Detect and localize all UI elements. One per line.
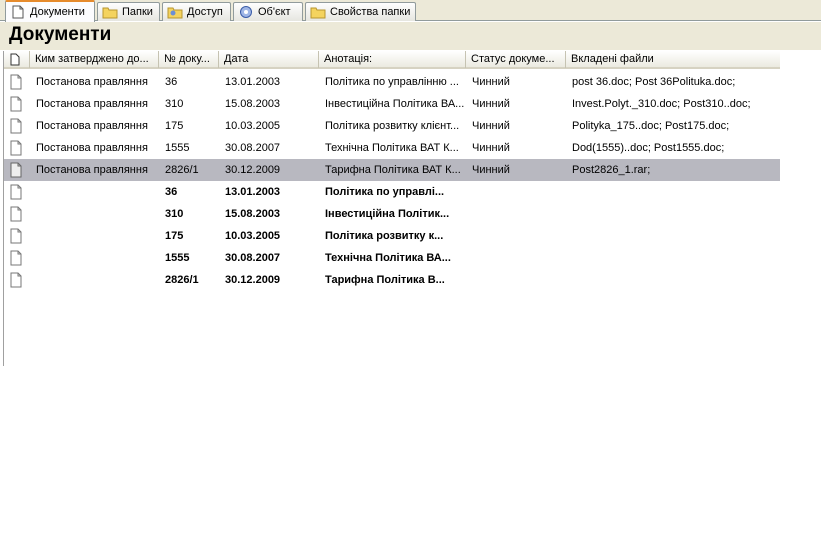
cell-annotation: Інвестиційна Політик... <box>325 208 450 220</box>
cell-status: Чинний <box>472 76 510 88</box>
table-row[interactable]: Постанова правляння 175 10.03.2005 Політ… <box>4 115 780 137</box>
tab-folders-label: Папки <box>122 6 153 18</box>
cell-annotation: Тарифна Політика ВАТ К... <box>325 164 461 176</box>
cell-date: 30.12.2009 <box>225 164 281 176</box>
tab-strip: Документи Папки Доступ Об'єкт Свойства п… <box>0 0 821 22</box>
tab-documents[interactable]: Документи <box>5 0 95 22</box>
tab-access-label: Доступ <box>187 6 223 18</box>
grid-header: Ким затверджено до... № доку... Дата Ано… <box>4 51 780 69</box>
cell-date: 13.01.2003 <box>225 186 281 198</box>
access-icon <box>167 7 183 19</box>
column-header-attachments[interactable]: Вкладені файли <box>566 51 780 68</box>
cell-date: 13.01.2003 <box>225 76 281 88</box>
column-header-icon[interactable] <box>4 51 30 68</box>
cell-date: 15.08.2003 <box>225 208 281 220</box>
column-header-annotation[interactable]: Анотація: <box>319 51 466 68</box>
table-row-bold[interactable]: 1555 30.08.2007 Технічна Політика ВА... <box>4 247 780 269</box>
document-icon <box>10 250 22 266</box>
table-row-selected[interactable]: Постанова правляння 2826/1 30.12.2009 Та… <box>4 159 780 181</box>
cell-doc-number: 310 <box>165 98 184 110</box>
folder-icon <box>102 7 118 19</box>
document-icon <box>12 5 24 19</box>
cell-annotation: Тарифна Політика В... <box>325 274 445 286</box>
cell-approved-by: Постанова правляння <box>36 164 148 176</box>
cell-doc-number: 2826/1 <box>165 274 199 286</box>
document-icon <box>10 228 22 244</box>
cell-status: Чинний <box>472 142 510 154</box>
cell-attachments: post 36.doc; Post 36Polituka.doc; <box>572 76 736 88</box>
tab-access[interactable]: Доступ <box>162 2 231 21</box>
table-row-bold[interactable]: 2826/1 30.12.2009 Тарифна Політика В... <box>4 269 780 291</box>
table-row-bold[interactable]: 175 10.03.2005 Політика розвитку к... <box>4 225 780 247</box>
cell-status: Чинний <box>472 98 510 110</box>
document-icon <box>10 206 22 222</box>
table-row[interactable]: Постанова правляння 36 13.01.2003 Політи… <box>4 71 780 93</box>
cell-doc-number: 36 <box>165 186 178 198</box>
cell-doc-number: 1555 <box>165 252 190 264</box>
cell-status: Чинний <box>472 164 510 176</box>
cell-doc-number: 2826/1 <box>165 164 199 176</box>
document-icon <box>10 184 22 200</box>
tab-object[interactable]: Об'єкт <box>233 2 303 21</box>
cell-annotation: Політика розвитку клієнт... <box>325 120 460 132</box>
cell-date: 30.12.2009 <box>225 274 281 286</box>
cell-approved-by: Постанова правляння <box>36 120 148 132</box>
cell-doc-number: 36 <box>165 76 178 88</box>
cell-doc-number: 1555 <box>165 142 190 154</box>
document-icon <box>10 140 22 156</box>
cell-annotation: Технічна Політика ВА... <box>325 252 451 264</box>
cell-attachments: Polityka_175..doc; Post175.doc; <box>572 120 730 132</box>
table-row[interactable]: Постанова правляння 1555 30.08.2007 Техн… <box>4 137 780 159</box>
cell-annotation: Політика розвитку к... <box>325 230 444 242</box>
folder-properties-icon <box>310 7 326 19</box>
column-header-date[interactable]: Дата <box>219 51 319 68</box>
tab-folder-properties[interactable]: Свойства папки <box>305 2 416 21</box>
cell-attachments: Invest.Polyt._310.doc; Post310..doc; <box>572 98 751 110</box>
page-title: Документи <box>9 24 112 45</box>
cell-approved-by: Постанова правляння <box>36 142 148 154</box>
column-header-doc-number[interactable]: № доку... <box>159 51 219 68</box>
cell-approved-by: Постанова правляння <box>36 98 148 110</box>
document-icon <box>10 162 22 178</box>
document-icon <box>10 118 22 134</box>
cell-annotation: Політика по управлінню ... <box>325 76 459 88</box>
document-icon <box>10 74 22 90</box>
cell-date: 30.08.2007 <box>225 252 281 264</box>
document-icon <box>10 272 22 288</box>
column-header-status[interactable]: Статус докуме... <box>466 51 566 68</box>
cell-attachments: Dod(1555)..doc; Post1555.doc; <box>572 142 725 154</box>
cell-doc-number: 310 <box>165 208 184 220</box>
tab-object-label: Об'єкт <box>258 6 291 18</box>
documents-grid: Ким затверджено до... № доку... Дата Ано… <box>3 51 780 366</box>
table-row[interactable]: Постанова правляння 310 15.08.2003 Інвес… <box>4 93 780 115</box>
cell-date: 10.03.2005 <box>225 230 281 242</box>
document-icon <box>10 96 22 112</box>
table-row-bold[interactable]: 36 13.01.2003 Політика по управлі... <box>4 181 780 203</box>
title-bar: Документи <box>0 22 821 50</box>
cell-status: Чинний <box>472 120 510 132</box>
tab-documents-label: Документи <box>30 6 85 18</box>
document-icon <box>10 53 20 66</box>
cell-approved-by: Постанова правляння <box>36 76 148 88</box>
cell-annotation: Технічна Політика ВАТ К... <box>325 142 459 154</box>
cell-annotation: Політика по управлі... <box>325 186 445 198</box>
tab-folders[interactable]: Папки <box>97 2 160 21</box>
table-row-bold[interactable]: 310 15.08.2003 Інвестиційна Політик... <box>4 203 780 225</box>
cell-doc-number: 175 <box>165 120 184 132</box>
object-gear-icon <box>240 6 252 18</box>
cell-annotation: Інвестиційна Політика ВА... <box>325 98 465 110</box>
cell-doc-number: 175 <box>165 230 184 242</box>
tab-folder-properties-label: Свойства папки <box>330 6 411 18</box>
cell-date: 15.08.2003 <box>225 98 281 110</box>
column-header-approved-by[interactable]: Ким затверджено до... <box>30 51 159 68</box>
cell-date: 30.08.2007 <box>225 142 281 154</box>
cell-date: 10.03.2005 <box>225 120 281 132</box>
cell-attachments: Post2826_1.rar; <box>572 164 651 176</box>
